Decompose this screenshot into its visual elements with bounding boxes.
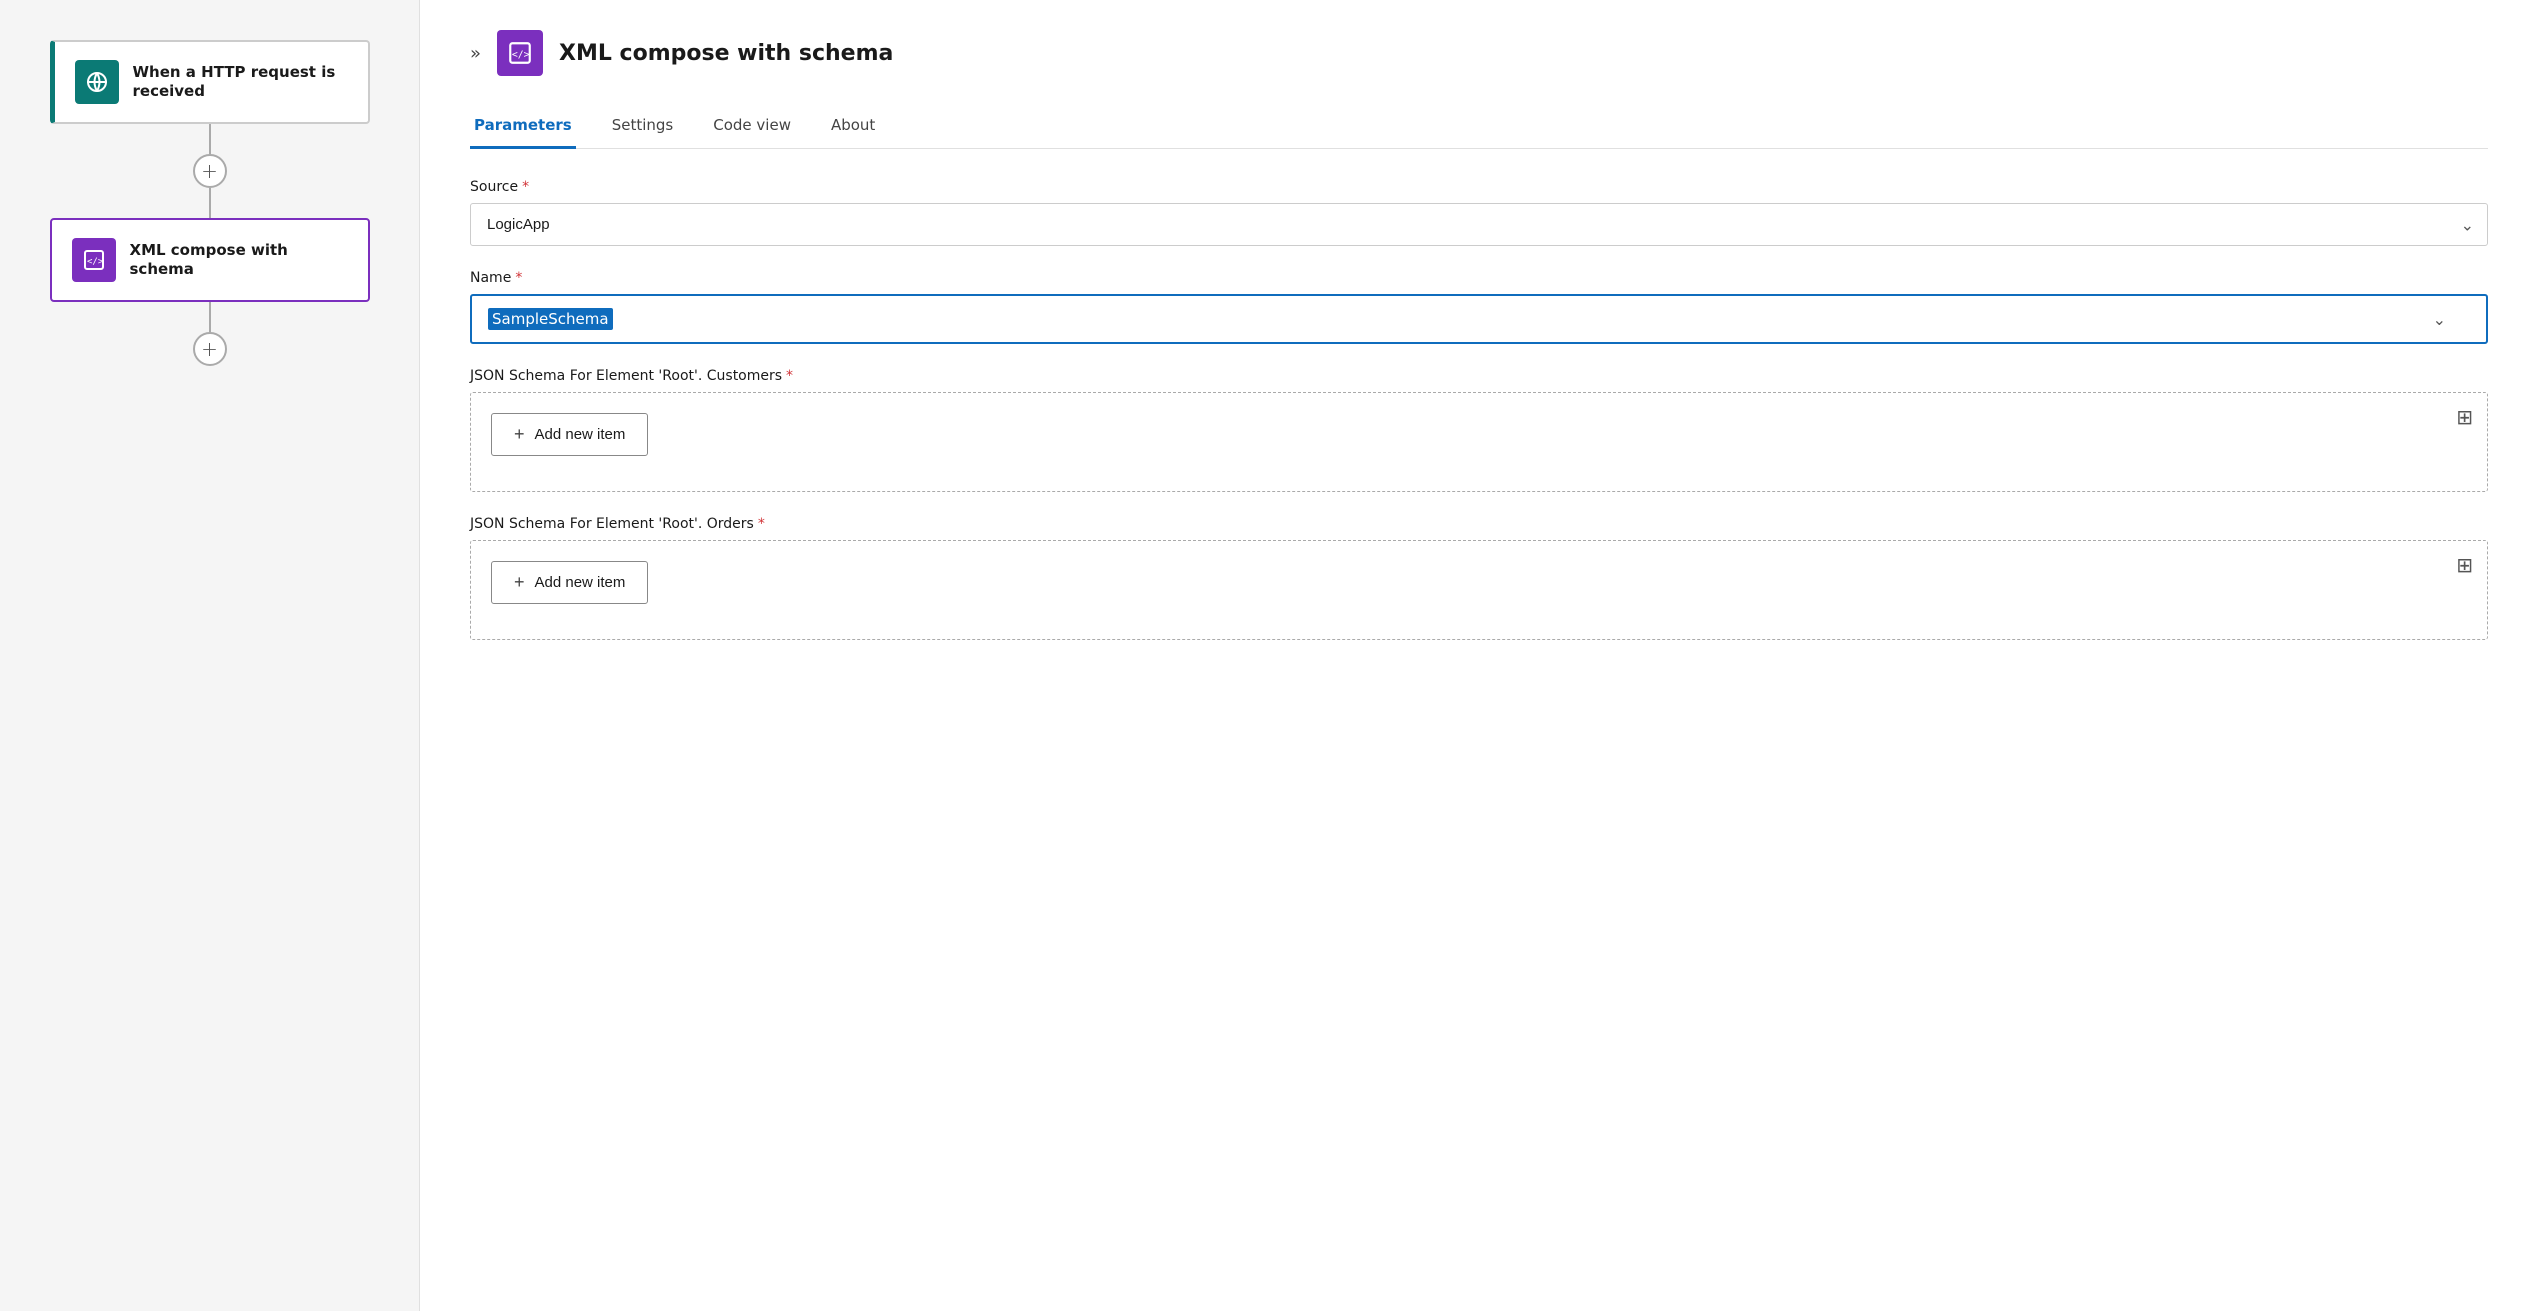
source-select[interactable]: LogicApp Inline xyxy=(470,203,2488,246)
plus-icon-customers: + xyxy=(514,424,525,445)
add-new-item-customers-button[interactable]: + Add new item xyxy=(491,413,648,456)
json-schema-customers-label: JSON Schema For Element 'Root'. Customer… xyxy=(470,368,2488,384)
connector-2: + xyxy=(193,302,227,366)
name-chevron-icon: ⌄ xyxy=(2433,310,2446,329)
add-step-button-1[interactable]: + xyxy=(193,154,227,188)
add-step-button-2[interactable]: + xyxy=(193,332,227,366)
workflow-canvas: When a HTTP request is received + </> XM… xyxy=(0,0,420,1311)
trigger-node-label: When a HTTP request is received xyxy=(133,63,348,102)
source-select-wrapper: LogicApp Inline ⌄ xyxy=(470,203,2488,246)
properties-panel: » </> XML compose with schema Parameters… xyxy=(420,0,2538,1311)
action-node-xml[interactable]: </> XML compose withschema xyxy=(50,218,370,302)
tabs-bar: Parameters Settings Code view About xyxy=(470,106,2488,149)
source-label: Source * xyxy=(470,179,2488,195)
orders-required: * xyxy=(758,516,765,532)
panel-header: » </> XML compose with schema xyxy=(470,30,2488,76)
orders-toolbar-icon[interactable]: ⊞ xyxy=(2456,553,2473,577)
action-node-label: XML compose withschema xyxy=(130,241,288,280)
panel-title: XML compose with schema xyxy=(559,41,893,66)
connector-line-1 xyxy=(209,124,211,154)
svg-text:</>: </> xyxy=(87,257,104,267)
name-required: * xyxy=(515,270,522,286)
add-new-item-customers-label: Add new item xyxy=(535,426,626,443)
source-field-group: Source * LogicApp Inline ⌄ xyxy=(470,179,2488,246)
name-display-field[interactable]: SampleSchema ⌄ xyxy=(470,294,2488,344)
name-select-wrapper: SampleSchema ⌄ xyxy=(470,294,2488,344)
json-schema-orders-group: JSON Schema For Element 'Root'. Orders *… xyxy=(470,516,2488,640)
xml-action-icon: </> xyxy=(72,238,116,282)
panel-header-icon: </> xyxy=(497,30,543,76)
json-schema-orders-area: ⊞ + Add new item xyxy=(470,540,2488,640)
customers-toolbar-icon[interactable]: ⊞ xyxy=(2456,405,2473,429)
name-label: Name * xyxy=(470,270,2488,286)
connector-line-2 xyxy=(209,188,211,218)
source-required: * xyxy=(522,179,529,195)
tab-settings[interactable]: Settings xyxy=(608,106,678,149)
tab-parameters[interactable]: Parameters xyxy=(470,106,576,149)
http-trigger-icon xyxy=(75,60,119,104)
name-field-group: Name * SampleSchema ⌄ xyxy=(470,270,2488,344)
breadcrumb-chevrons: » xyxy=(470,43,481,64)
json-schema-customers-area: ⊞ + Add new item xyxy=(470,392,2488,492)
tab-code-view[interactable]: Code view xyxy=(709,106,795,149)
trigger-node[interactable]: When a HTTP request is received xyxy=(50,40,370,124)
name-selected-value: SampleSchema xyxy=(488,308,613,330)
add-new-item-orders-button[interactable]: + Add new item xyxy=(491,561,648,604)
tab-about[interactable]: About xyxy=(827,106,879,149)
svg-text:</>: </> xyxy=(512,49,530,60)
connector-line-3 xyxy=(209,302,211,332)
connector-1: + xyxy=(193,124,227,218)
customers-required: * xyxy=(786,368,793,384)
plus-icon-orders: + xyxy=(514,572,525,593)
json-schema-orders-label: JSON Schema For Element 'Root'. Orders * xyxy=(470,516,2488,532)
json-schema-customers-group: JSON Schema For Element 'Root'. Customer… xyxy=(470,368,2488,492)
add-new-item-orders-label: Add new item xyxy=(535,574,626,591)
